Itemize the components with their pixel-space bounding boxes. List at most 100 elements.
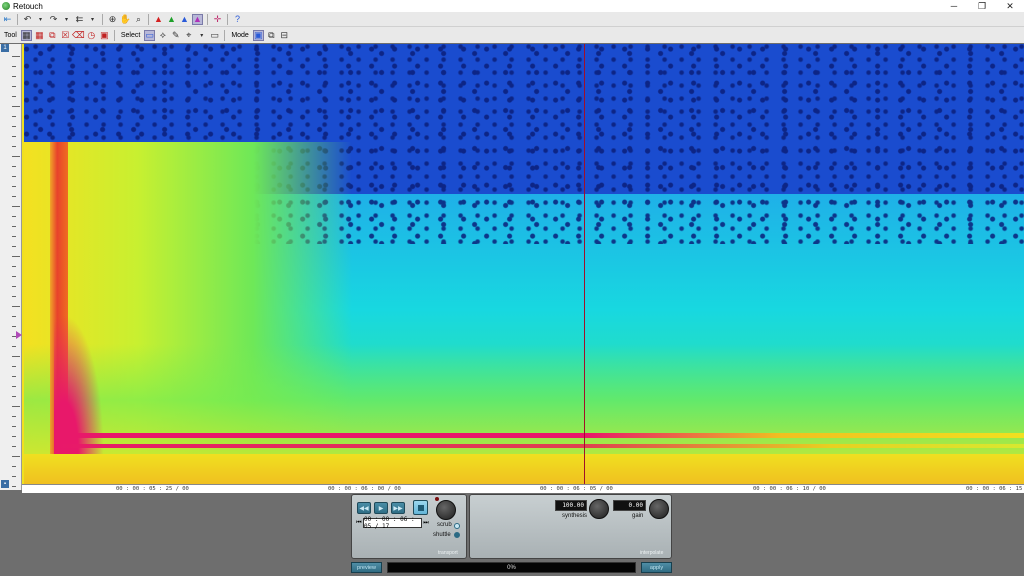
synthesis-knob[interactable] [589, 499, 609, 519]
magenta-triangle-icon[interactable]: ▲ [192, 13, 203, 25]
playhead-cursor[interactable] [584, 44, 585, 486]
move-crosshair-icon[interactable]: ✛ [212, 14, 223, 25]
hand-pan-icon[interactable]: ✋ [120, 14, 131, 25]
tool-erase-icon[interactable]: ⌫ [72, 30, 85, 41]
ruler-tick [12, 56, 20, 57]
ruler-tick [12, 296, 16, 297]
gain-value-field[interactable]: 0.00 [613, 500, 646, 511]
magic-wand-icon[interactable]: ⌖ [183, 30, 194, 41]
transport-knob[interactable] [436, 500, 456, 520]
back-arrow-icon[interactable]: ⇤ [2, 14, 13, 25]
gain-label: gain [632, 513, 644, 519]
spectro-left-edge [22, 44, 24, 484]
ruler-tick [12, 96, 16, 97]
progress-text: 0% [507, 564, 516, 571]
undo-dropdown-icon[interactable]: ▾ [35, 14, 46, 25]
tool-frame-icon[interactable]: ▣ [99, 30, 110, 41]
ruler-tick [12, 466, 16, 467]
title-bar: Retouch ─ ❐ ✕ [0, 0, 1024, 12]
toolbar-separator [102, 13, 103, 25]
ruler-tick [12, 346, 16, 347]
next-frame-icon[interactable]: ⏭ [423, 518, 429, 528]
time-label: 00 : 00 : 06 : 15 [966, 486, 1023, 492]
redo-dropdown-icon[interactable]: ▾ [61, 14, 72, 25]
ruler-bottom-button[interactable]: ▪ [1, 480, 9, 488]
toolbar-separator [227, 13, 228, 25]
ruler-tick [12, 166, 16, 167]
bottom-area: ◀◀ ▶ ▶▶ ⏮ 00 : 00 : 06 : 05 / 17 ⏭ scrub… [0, 493, 1024, 576]
green-triangle-icon[interactable]: ▲ [166, 14, 177, 25]
scrub-radio[interactable] [454, 523, 460, 529]
action-bar: preview 0% apply [351, 562, 672, 573]
stop-button[interactable] [413, 500, 428, 515]
ruler-tick [12, 206, 20, 207]
red-triangle-icon[interactable]: ▲ [153, 14, 164, 25]
select-rect-icon[interactable]: ▭ [144, 29, 156, 41]
ruler-tick [12, 226, 16, 227]
interpolate-panel: 100.00 synthesis 0.00 gain interpolate [469, 494, 672, 559]
tool-stopwatch-icon[interactable]: ◷ [86, 30, 97, 41]
tool-red-x-icon[interactable]: ☒ [60, 30, 71, 41]
preview-button[interactable]: preview [351, 562, 382, 573]
transport-panel-label: transport [438, 550, 458, 556]
toolbar-separator [207, 13, 208, 25]
ruler-top-button[interactable]: 1 [1, 44, 9, 52]
record-indicator [435, 497, 439, 501]
progress-bar: 0% [387, 562, 636, 573]
ruler-tick [12, 136, 16, 137]
redo-icon[interactable]: ↷ [48, 14, 59, 25]
spectrogram-view[interactable] [22, 44, 1024, 484]
zoom-icon[interactable]: ⌕ [133, 14, 144, 25]
ruler-tick [12, 436, 16, 437]
shuttle-label: shuttle [433, 532, 451, 538]
scrub-label: scrub [437, 522, 452, 528]
frequency-ruler[interactable]: 1 ▪ [0, 44, 22, 490]
tool-grid-icon[interactable]: ▦ [20, 29, 32, 41]
apply-button[interactable]: apply [641, 562, 672, 573]
time-label: 00 : 00 : 05 : 25 / 00 [116, 486, 189, 492]
ruler-tick [12, 406, 20, 407]
spectro-bottom-band [22, 454, 1024, 484]
gain-knob[interactable] [649, 499, 669, 519]
history-icon[interactable]: ⇇ [74, 14, 85, 25]
select-dropdown-icon[interactable]: ▾ [196, 30, 207, 41]
slider-icon[interactable]: ▭ [209, 30, 220, 41]
tool-red-copy-icon[interactable]: ⧉ [47, 30, 58, 41]
ruler-tick [12, 356, 20, 357]
tool-red-grid-icon[interactable]: ▦ [34, 30, 45, 41]
history-dropdown-icon[interactable]: ▾ [87, 14, 98, 25]
time-label: 00 : 00 : 06 : 05 / 00 [540, 486, 613, 492]
rewind-button[interactable]: ◀◀ [357, 502, 371, 514]
prev-frame-icon[interactable]: ⏮ [356, 518, 362, 528]
maximize-button[interactable]: ❐ [968, 0, 996, 12]
ruler-tick [12, 76, 16, 77]
mode-add-icon[interactable]: ⧉ [266, 30, 277, 41]
spectro-harmonic-line [54, 433, 1024, 438]
ruler-tick [12, 256, 20, 257]
synthesis-value-field[interactable]: 100.00 [555, 500, 587, 511]
select-lasso-icon[interactable]: ⟡ [157, 30, 168, 41]
zoom-in-icon[interactable]: ⊕ [107, 14, 118, 25]
ruler-tick [12, 476, 16, 477]
minimize-button[interactable]: ─ [940, 0, 968, 12]
play-button[interactable]: ▶ [374, 502, 388, 514]
shuttle-radio[interactable] [454, 532, 460, 538]
blue-triangle-icon[interactable]: ▲ [179, 14, 190, 25]
brush-icon[interactable]: ✎ [170, 30, 181, 41]
fast-forward-button[interactable]: ▶▶ [391, 502, 405, 514]
ruler-tick [12, 386, 16, 387]
undo-icon[interactable]: ↶ [22, 14, 33, 25]
transport-time-field[interactable]: 00 : 00 : 06 : 05 / 17 [363, 516, 422, 530]
time-ruler[interactable]: 00 : 00 : 05 : 25 / 00 00 : 00 : 06 : 00… [22, 484, 1024, 493]
ruler-tick [12, 176, 16, 177]
ruler-tick [12, 426, 16, 427]
mode-single-icon[interactable]: ▣ [252, 29, 264, 41]
close-button[interactable]: ✕ [996, 0, 1024, 12]
ruler-tick [12, 216, 16, 217]
main-toolbar: ⇤ ↶ ▾ ↷ ▾ ⇇ ▾ ⊕ ✋ ⌕ ▲ ▲ ▲ ▲ ✛ ? [0, 12, 1024, 27]
help-icon[interactable]: ? [232, 14, 243, 25]
mode-subtract-icon[interactable]: ⊟ [279, 30, 290, 41]
ruler-tick [12, 236, 16, 237]
toolbar-separator [17, 13, 18, 25]
ruler-tick [12, 456, 20, 457]
